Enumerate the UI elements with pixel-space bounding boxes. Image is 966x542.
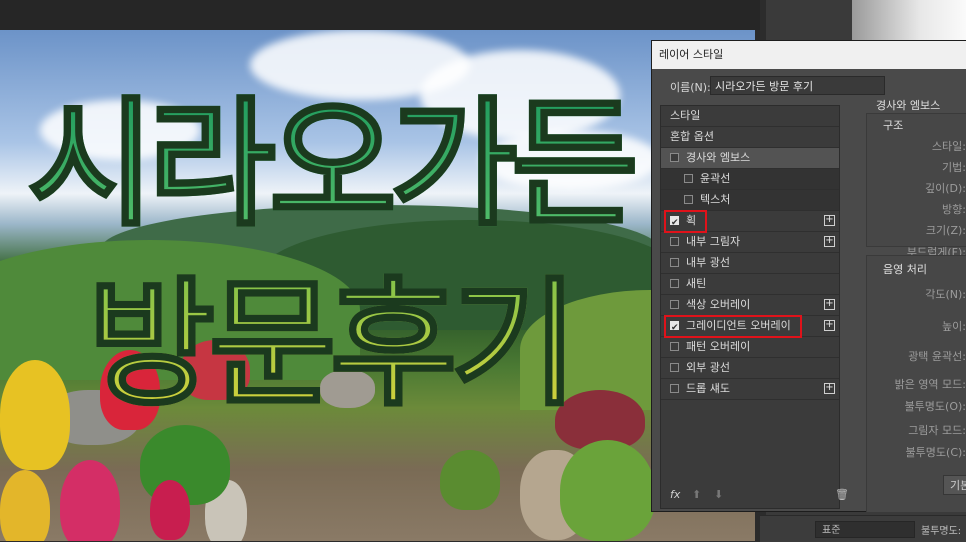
angle-field-label: 각도(N):: [925, 288, 966, 301]
list-item-drop-shadow[interactable]: 드롭 섀도 +: [661, 379, 839, 400]
drop-shadow-checkbox[interactable]: [670, 384, 679, 393]
shadow-opacity-field-label: 불투명도(C):: [905, 446, 966, 459]
list-item-pattern-overlay[interactable]: 패턴 오버레이: [661, 337, 839, 358]
opacity-label: 불투명도:: [921, 526, 962, 537]
contour-checkbox[interactable]: [684, 174, 693, 183]
dialog-title: 레이어 스타일: [652, 41, 966, 69]
layer-name-input[interactable]: 시라오가든 방문 후기: [710, 76, 885, 95]
list-item-blending-options[interactable]: 혼합 옵션: [661, 127, 839, 148]
list-item-contour[interactable]: 윤곽선: [661, 169, 839, 190]
add-inner-shadow-plus-icon[interactable]: +: [824, 236, 835, 247]
list-footer: fx ⬆ ⬇ 🗑: [660, 485, 849, 507]
color-overlay-checkbox[interactable]: [670, 300, 679, 309]
style-settings-panel: 경사와 엠보스 구조 스타일: 기법: 깊이(D): 방향: 크기(Z): 부드…: [850, 97, 966, 513]
section-title: 경사와 엠보스: [876, 99, 941, 112]
list-item-label: 텍스처: [700, 193, 731, 206]
list-item-outer-glow[interactable]: 외부 광선: [661, 358, 839, 379]
gradient-overlay-highlight-box: [664, 315, 802, 338]
list-item-label: 윤곽선: [700, 172, 731, 185]
direction-field-label: 방향:: [942, 203, 966, 216]
add-gradient-overlay-plus-icon[interactable]: +: [824, 320, 835, 331]
stroke-highlight-box: [664, 210, 707, 233]
make-default-button[interactable]: 기본값: [943, 475, 966, 495]
technique-field-label: 기법:: [942, 161, 966, 174]
arrow-down-icon[interactable]: ⬇: [714, 488, 723, 501]
inner-glow-checkbox[interactable]: [670, 258, 679, 267]
title-line-2: 방문후기: [0, 268, 660, 421]
list-item-inner-glow[interactable]: 내부 광선: [661, 253, 839, 274]
shadow-mode-field-label: 그림자 모드:: [908, 424, 966, 437]
list-item-label: 패턴 오버레이: [686, 340, 751, 353]
structure-box: 구조 스타일: 기법: 깊이(D): 방향: 크기(Z): 부드럽게(F):: [866, 113, 966, 259]
color-picker-preview[interactable]: [852, 0, 966, 42]
list-item-label: 색상 오버레이: [686, 298, 751, 311]
depth-field-label: 깊이(D):: [925, 182, 966, 195]
blend-mode-select[interactable]: 표준: [815, 521, 915, 538]
altitude-field-label: 높이:: [942, 320, 966, 333]
list-item-label: 경사와 엠보스: [686, 151, 751, 164]
list-item-inner-shadow[interactable]: 내부 그림자 +: [661, 232, 839, 253]
list-item-label: 외부 광선: [686, 361, 730, 374]
add-stroke-plus-icon[interactable]: +: [824, 215, 835, 226]
trash-icon[interactable]: 🗑: [835, 488, 849, 501]
pattern-overlay-checkbox[interactable]: [670, 342, 679, 351]
list-item-styles[interactable]: 스타일: [661, 106, 839, 127]
list-item-label: 내부 그림자: [686, 235, 741, 248]
inner-shadow-checkbox[interactable]: [670, 237, 679, 246]
structure-title: 구조: [883, 119, 904, 132]
title-line-1: 시라오가든: [0, 88, 660, 241]
layer-style-dialog: 레이어 스타일 이름(N): 시라오가든 방문 후기 스타일 혼합 옵션 경사와…: [651, 40, 966, 513]
list-item-bevel-emboss[interactable]: 경사와 엠보스: [661, 148, 839, 169]
satin-checkbox[interactable]: [670, 279, 679, 288]
list-item-label: 내부 광선: [686, 256, 730, 269]
bevel-emboss-checkbox[interactable]: [670, 153, 679, 162]
outer-glow-checkbox[interactable]: [670, 363, 679, 372]
list-item-label: 새틴: [686, 277, 707, 290]
list-item-color-overlay[interactable]: 색상 오버레이 +: [661, 295, 839, 316]
arrow-up-icon[interactable]: ⬆: [692, 488, 701, 501]
fx-icon[interactable]: fx: [670, 488, 680, 501]
highlight-mode-field-label: 밝은 영역 모드:: [894, 378, 966, 391]
add-color-overlay-plus-icon[interactable]: +: [824, 299, 835, 310]
texture-checkbox[interactable]: [684, 195, 693, 204]
name-label: 이름(N):: [670, 81, 711, 94]
shading-title: 음영 처리: [883, 263, 927, 276]
size-field-label: 크기(Z):: [925, 224, 966, 237]
styles-list: 스타일 혼합 옵션 경사와 엠보스 윤곽선 텍스처 획 + 내부 그림자 + 내…: [660, 105, 840, 509]
canvas-photo: 시라오가든 방문후기: [0, 30, 755, 541]
highlight-opacity-field-label: 불투명도(O):: [904, 400, 966, 413]
gloss-contour-field-label: 광택 윤곽선:: [908, 350, 966, 363]
add-drop-shadow-plus-icon[interactable]: +: [824, 383, 835, 394]
list-item-label: 드롭 섀도: [686, 382, 730, 395]
style-field-label: 스타일:: [931, 140, 966, 153]
list-item-satin[interactable]: 새틴: [661, 274, 839, 295]
layers-statusbar: 표준 불투명도:: [760, 515, 966, 542]
list-item-texture[interactable]: 텍스처: [661, 190, 839, 211]
